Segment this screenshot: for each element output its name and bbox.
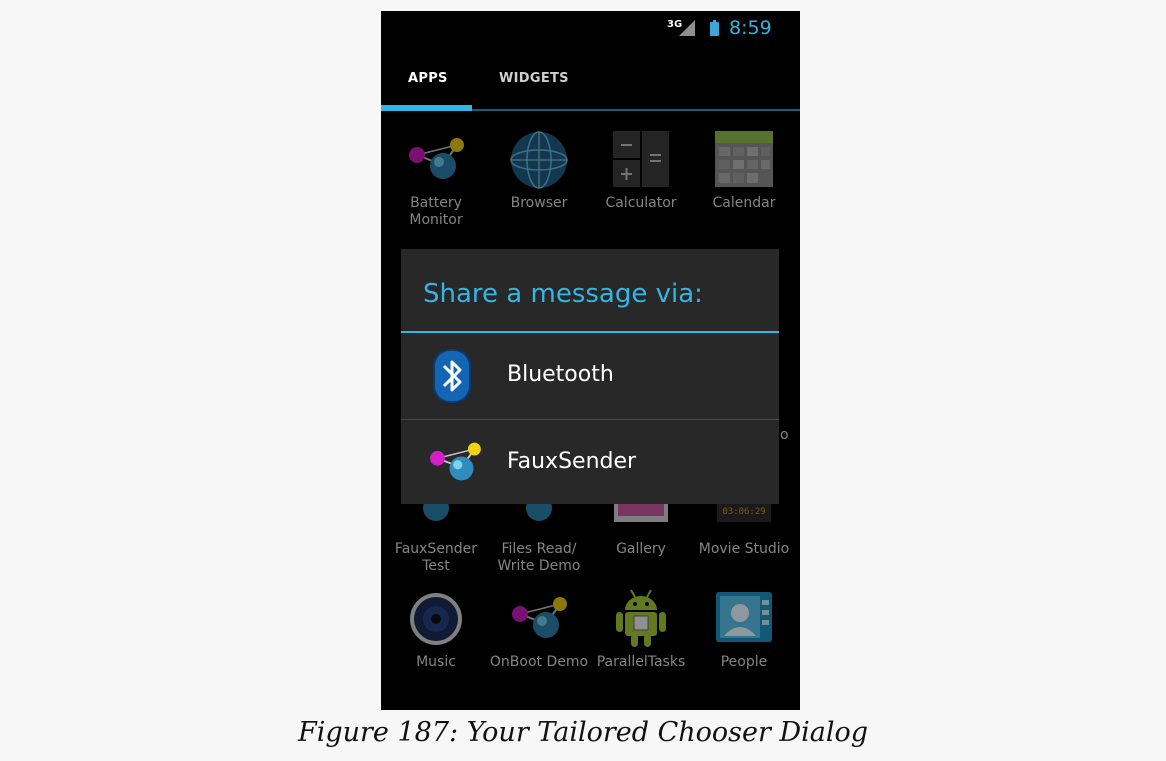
chooser-item-label: Bluetooth	[507, 362, 614, 387]
chooser-item-label: FauxSender	[507, 449, 637, 474]
molecule-icon	[430, 442, 481, 481]
launcher-tabs: APPS WIDGETS	[381, 45, 800, 111]
chooser-item-bluetooth[interactable]: Bluetooth	[401, 333, 779, 419]
figure-caption: Figure 187: Your Tailored Chooser Dialog	[297, 717, 869, 748]
dialog-title: Share a message via:	[423, 279, 703, 309]
signal-icon	[679, 20, 695, 36]
share-chooser-dialog: Share a message via: Bluetooth FauxSende…	[401, 249, 779, 504]
status-time: 8:59	[729, 17, 772, 39]
status-bar: 3G 8:59	[381, 11, 800, 45]
tab-apps[interactable]: APPS	[408, 71, 448, 86]
battery-icon	[710, 20, 719, 36]
tab-widgets[interactable]: WIDGETS	[499, 71, 569, 86]
bluetooth-icon	[433, 349, 471, 403]
chooser-item-fauxsender[interactable]: FauxSender	[401, 420, 779, 506]
